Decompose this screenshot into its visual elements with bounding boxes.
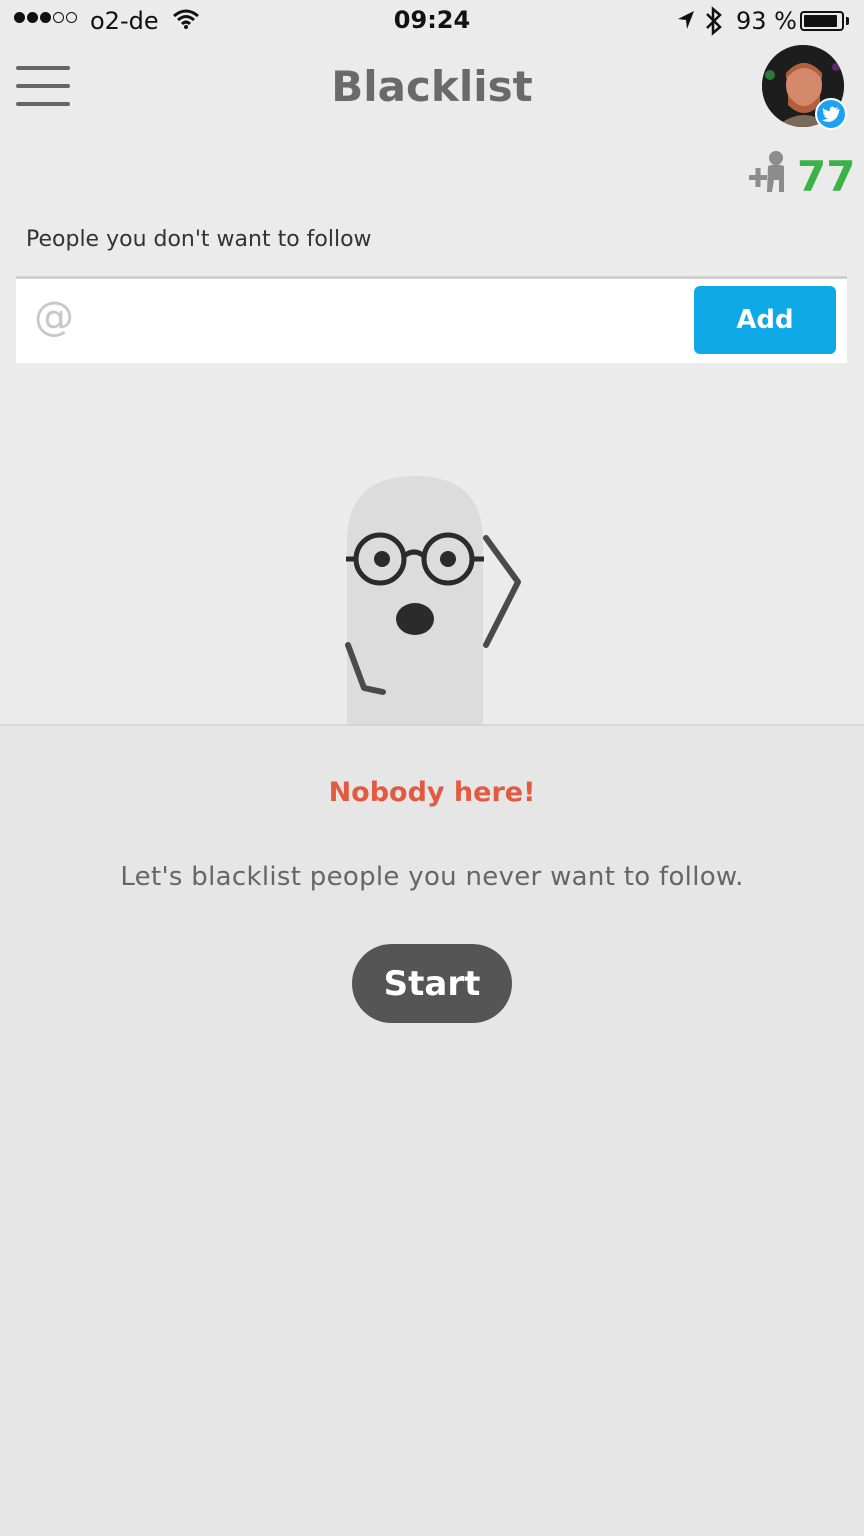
- page-title: Blacklist: [331, 62, 533, 111]
- start-button[interactable]: Start: [352, 944, 512, 1023]
- twitter-bird-icon: [815, 98, 847, 130]
- status-bar: o2-de 09:24 93 %: [0, 0, 864, 44]
- empty-state-title: Nobody here!: [328, 777, 536, 808]
- battery-fill: [804, 15, 838, 27]
- add-person-icon: [749, 151, 784, 192]
- username-input[interactable]: [88, 293, 682, 349]
- clock-time: 09:24: [393, 6, 471, 34]
- at-sign-prefix: @: [34, 294, 74, 340]
- battery-terminal: [846, 17, 849, 25]
- bluetooth-icon: [706, 6, 722, 36]
- ghost-with-glasses-illustration: [345, 476, 521, 724]
- battery-icon: [800, 11, 844, 31]
- section-label: People you don't want to follow: [26, 227, 372, 252]
- location-arrow-icon: [678, 11, 694, 29]
- add-button[interactable]: Add: [694, 286, 836, 354]
- username-input-box: @ Add: [16, 276, 847, 363]
- battery-percentage: 93 %: [736, 7, 797, 35]
- follow-count: 77: [797, 152, 856, 201]
- empty-state-description: Let's blacklist people you never want to…: [120, 862, 744, 892]
